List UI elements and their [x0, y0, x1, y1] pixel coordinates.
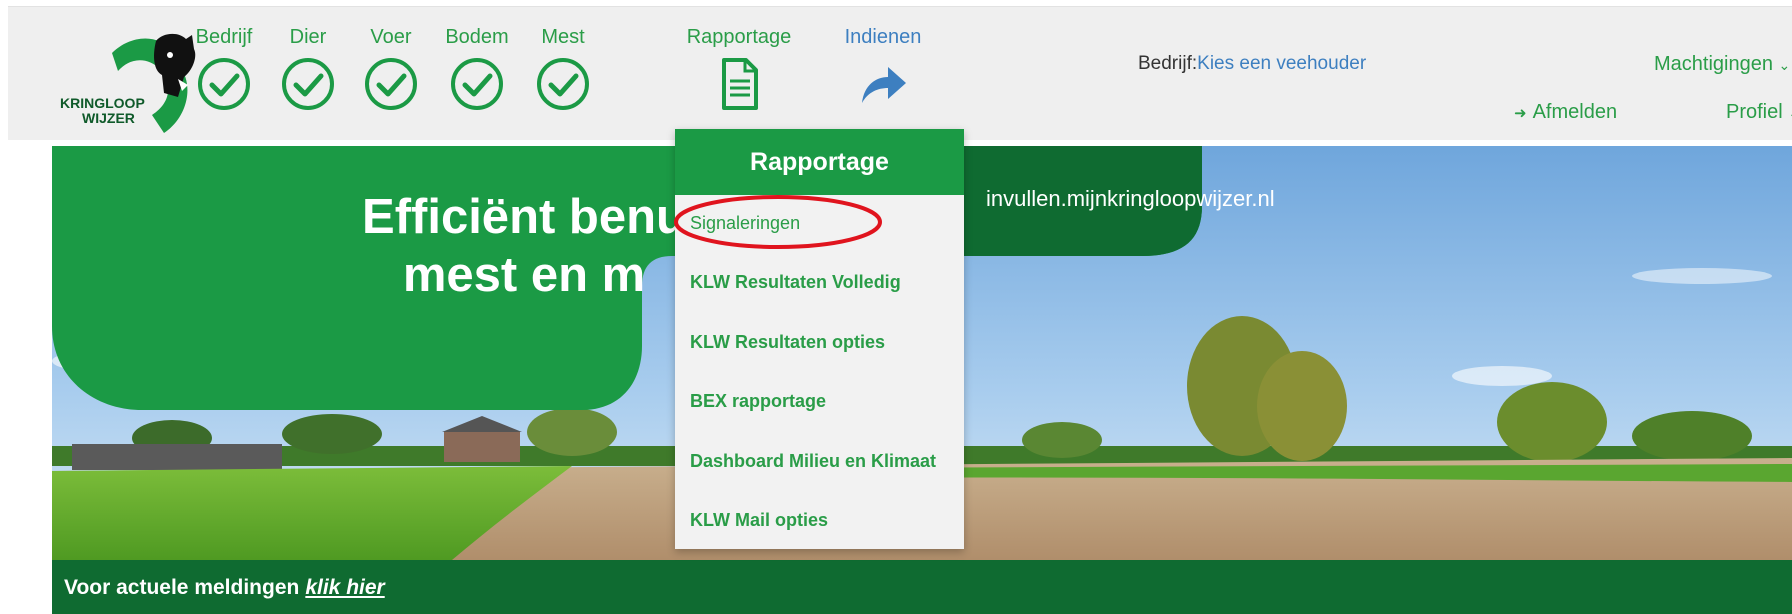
- check-circle-icon: [365, 58, 417, 110]
- step-label: Indienen: [844, 26, 922, 48]
- dropdown-title: Rapportage: [675, 129, 964, 195]
- logout-icon: ➜: [1514, 105, 1527, 122]
- highlight-ellipse: [674, 195, 882, 249]
- notice-label: Voor actuele meldingen: [64, 576, 300, 599]
- check-circle-icon: [451, 58, 503, 110]
- company-select-link[interactable]: Kies een veehouder: [1197, 53, 1366, 74]
- step-label: Dier: [289, 26, 327, 48]
- company-selector: Bedrijf:Kies een veehouder: [1138, 53, 1366, 75]
- step-label: Voer: [370, 26, 412, 48]
- notice-text: Voor actuele meldingen klik hier: [64, 576, 385, 600]
- menu-item-bex-rapportage[interactable]: BEX rapportage: [690, 391, 826, 412]
- document-icon: [722, 58, 758, 110]
- step-indienen[interactable]: Indienen: [838, 25, 928, 111]
- menu-item-dashboard-milieu-klimaat[interactable]: Dashboard Milieu en Klimaat: [690, 451, 936, 472]
- company-label: Bedrijf:: [1138, 53, 1198, 74]
- menu-item-klw-resultaten-opties[interactable]: KLW Resultaten opties: [690, 332, 885, 353]
- step-label: Mest: [541, 26, 585, 48]
- step-label: Rapportage: [686, 26, 792, 48]
- step-bedrijf[interactable]: Bedrijf: [179, 25, 269, 111]
- share-arrow-icon: [862, 67, 906, 103]
- logo-text-line1: KRINGLOOP: [60, 95, 145, 111]
- step-rapportage[interactable]: Rapportage: [684, 25, 794, 111]
- check-circle-icon: [198, 58, 250, 110]
- menu-item-klw-resultaten-volledig[interactable]: KLW Resultaten Volledig: [690, 272, 901, 293]
- top-navigation-bar: KRINGLOOP WIJZER Bedrijf Dier Voer Bodem: [8, 6, 1792, 140]
- step-dier[interactable]: Dier: [263, 25, 353, 111]
- step-bodem[interactable]: Bodem: [432, 25, 522, 111]
- step-label: Bedrijf: [195, 26, 253, 48]
- profiel-label: Profiel: [1726, 101, 1783, 123]
- step-mest[interactable]: Mest: [518, 25, 608, 111]
- check-circle-icon: [282, 58, 334, 110]
- notice-bar: Voor actuele meldingen klik hier: [52, 560, 1792, 614]
- hero-url: invullen.mijnkringloopwijzer.nl: [986, 186, 1275, 211]
- chevron-down-icon: ⌄: [1778, 57, 1791, 73]
- notice-link[interactable]: klik hier: [305, 576, 384, 599]
- machtigingen-menu[interactable]: Machtigingen ⌄: [1654, 53, 1790, 76]
- check-circle-icon: [537, 58, 589, 110]
- profiel-menu[interactable]: Profiel ⌄: [1726, 101, 1792, 124]
- machtigingen-label: Machtigingen: [1654, 53, 1773, 75]
- logo-text-line2: WIJZER: [82, 110, 135, 126]
- afmelden-label: Afmelden: [1532, 101, 1618, 123]
- chevron-down-icon: ⌄: [1788, 105, 1792, 121]
- afmelden-button[interactable]: ➜ Afmelden: [1514, 101, 1617, 124]
- menu-item-klw-mail-opties[interactable]: KLW Mail opties: [690, 510, 828, 531]
- page: KRINGLOOP WIJZER Bedrijf Dier Voer Bodem: [0, 0, 1792, 614]
- step-label: Bodem: [445, 26, 509, 48]
- step-voer[interactable]: Voer: [346, 25, 436, 111]
